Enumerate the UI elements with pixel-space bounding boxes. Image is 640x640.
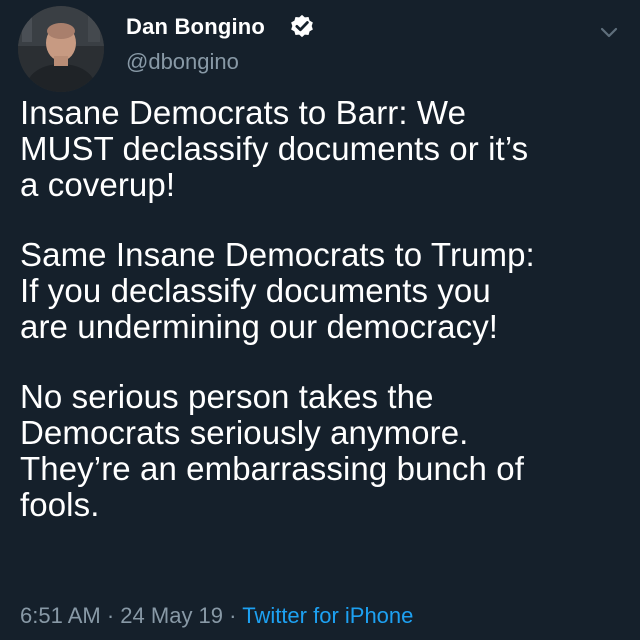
tweet-line: Same Insane Democrats to Trump: <box>20 236 535 273</box>
avatar[interactable] <box>18 6 104 92</box>
tweet-line: MUST declassify documents or it’s <box>20 130 529 167</box>
handle[interactable]: @dbongino <box>126 49 239 75</box>
tweet-date[interactable]: 24 May 19 <box>120 603 223 628</box>
tweet-line: If you declassify documents you <box>20 272 491 309</box>
tweet-line: Democrats seriously anymore. <box>20 414 469 451</box>
tweet-line: Insane Democrats to Barr: We <box>20 94 467 131</box>
profile-photo <box>18 6 104 92</box>
tweet-line: are undermining our democracy! <box>20 308 499 345</box>
display-name[interactable]: Dan Bongino <box>126 14 265 40</box>
separator-dot: · <box>229 603 237 628</box>
tweet-line: They’re an embarrassing bunch of <box>20 450 524 487</box>
tweet-time[interactable]: 6:51 AM <box>20 603 101 628</box>
verified-badge-icon <box>291 14 313 38</box>
tweet-line: fools. <box>20 486 100 523</box>
separator-dot: · <box>106 603 115 628</box>
tweet-line: No serious person takes the <box>20 378 434 415</box>
tweet-metadata: 6:51 AM · 24 May 19 · Twitter for iPhone <box>20 603 413 629</box>
chevron-down-icon[interactable] <box>597 22 621 42</box>
tweet-line: a coverup! <box>20 166 176 203</box>
tweet-text: Insane Democrats to Barr: We MUST declas… <box>20 95 625 523</box>
tweet-source-link[interactable]: Twitter for iPhone <box>242 603 413 628</box>
